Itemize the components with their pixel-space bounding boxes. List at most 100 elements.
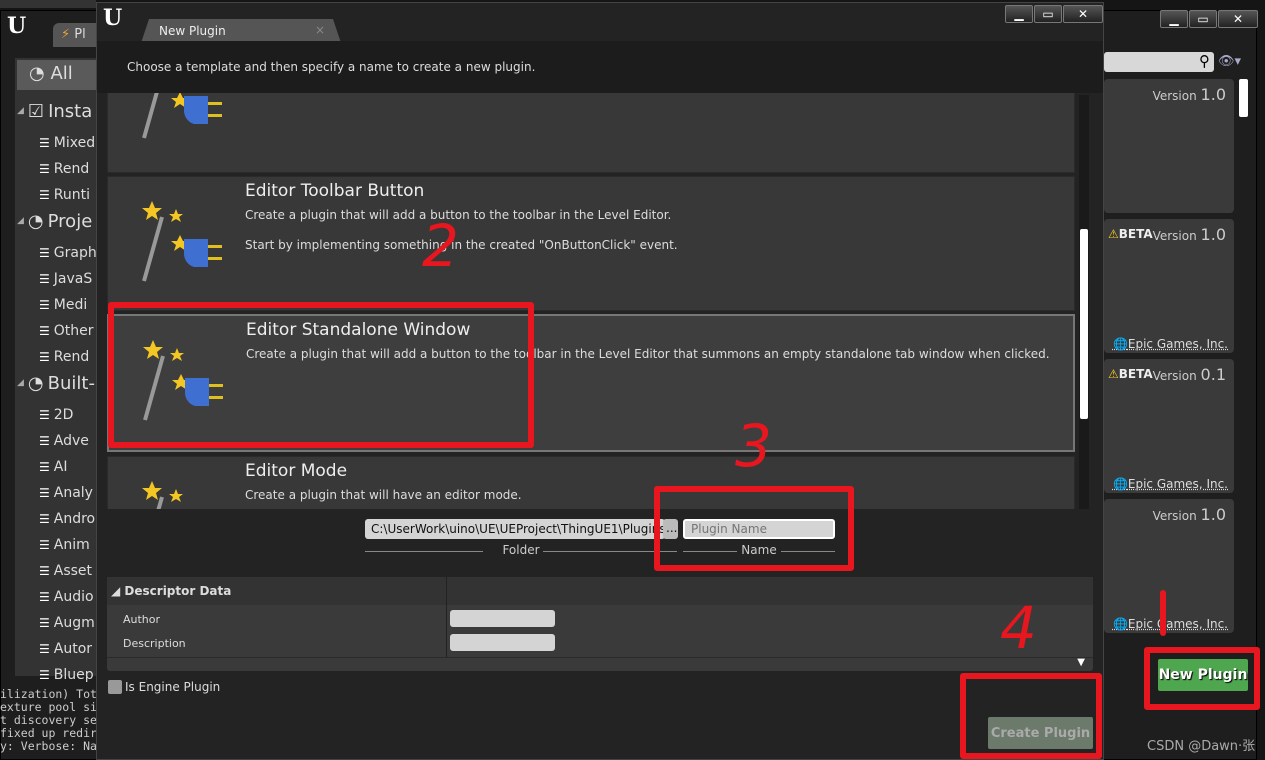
expand-advanced-icon[interactable]: ▼ <box>1077 657 1085 668</box>
template-description: Create a plugin that will have an editor… <box>245 488 522 502</box>
category-sidebar: ◔ All ◢ ☑ Insta ☰ Mixed ☰ Rend ☰ Runti ◢ ◔ Proje ☰ Gr… <box>15 58 107 683</box>
tab-new-plugin[interactable]: New Plugin × <box>141 19 341 43</box>
beta-badge: ⚠BETA <box>1108 227 1153 241</box>
globe-icon: 🌐 <box>1112 477 1128 491</box>
ue-circle-icon: ◔ <box>29 63 45 84</box>
plugin-search-input[interactable]: ⚲ <box>1104 52 1214 72</box>
sidebar-item[interactable]: ☰ Analy <box>39 480 93 506</box>
category-icon: ◔ <box>27 372 44 394</box>
folder-path-field[interactable]: C:\UserWork\uino\UE\UEProject\ThingUE1\P… <box>365 519 665 539</box>
globe-icon: 🌐 <box>1112 617 1128 631</box>
minimize-button[interactable]: ▁ <box>1005 5 1033 23</box>
annotation-box-2 <box>108 302 534 448</box>
output-log: ilization) Tot exture pool si t discovery … <box>0 688 96 753</box>
beta-badge: ⚠BETA <box>1108 367 1153 381</box>
sidebar-item[interactable]: ☰ Graph <box>39 240 97 266</box>
version-label: Version 1.0 <box>1152 85 1226 104</box>
list-icon: ☰ <box>39 538 50 552</box>
plugin-wand-icon <box>142 93 222 139</box>
category-icon: ☑ <box>27 100 45 122</box>
version-label: Version 1.0 <box>1152 225 1226 244</box>
maximize-button[interactable]: ▭ <box>1034 5 1062 23</box>
plug-icon: ⚡ <box>61 27 71 42</box>
sidebar-item[interactable]: ☰ Audio <box>39 584 94 610</box>
list-icon: ☰ <box>39 564 50 578</box>
descriptor-header[interactable]: ◢ Descriptor Data <box>107 577 1093 605</box>
sidebar-category[interactable]: ◢ ☑ Insta <box>17 98 92 124</box>
author-link[interactable]: 🌐Epic Games, Inc. <box>1113 617 1228 631</box>
expand-arrow-icon: ◢ <box>17 378 24 388</box>
close-button[interactable]: ✕ <box>1063 5 1103 23</box>
descriptor-data-panel: ◢ Descriptor Data Author Description ▼ <box>107 577 1093 671</box>
list-icon: ☰ <box>39 512 50 526</box>
maximize-button[interactable]: ▭ <box>1189 10 1217 28</box>
plugin-list-scrollbar[interactable] <box>1239 79 1248 117</box>
list-icon: ☰ <box>39 324 50 338</box>
template-card[interactable]: Choose this if you want to create static… <box>107 93 1075 173</box>
expand-arrow-icon: ◢ <box>17 216 24 226</box>
sidebar-item[interactable]: ☰ JavaS <box>39 266 92 292</box>
template-scrollbar[interactable] <box>1079 95 1089 509</box>
sidebar-item[interactable]: ☰ Rend <box>39 156 89 182</box>
sidebar-item[interactable]: ☰ Andro <box>39 506 95 532</box>
sidebar-item[interactable]: ☰ AI <box>39 454 67 480</box>
list-icon: ☰ <box>39 272 50 286</box>
template-card[interactable]: Editor Toolbar Button Create a plugin tha… <box>107 176 1075 311</box>
list-icon: ☰ <box>39 590 50 604</box>
plugin-card[interactable]: Version 1.0 ⚠BETA 🌐Epic Games, Inc. <box>1104 219 1234 353</box>
sidebar-item[interactable]: ☰ Adve <box>39 428 89 454</box>
sidebar-item[interactable]: ☰ Rend <box>39 344 89 370</box>
list-icon: ☰ <box>39 668 50 682</box>
plugin-card[interactable]: Version 1.0 🌐Epic Games, Inc. <box>1104 499 1234 633</box>
list-icon: ☰ <box>39 616 50 630</box>
plugin-card[interactable]: Version 1.0 <box>1104 79 1234 213</box>
template-card[interactable]: Editor Mode Create a plugin that will hav… <box>107 456 1075 509</box>
category-all[interactable]: ◔ All <box>17 60 107 90</box>
sidebar-item[interactable]: ☰ Other <box>39 318 94 344</box>
sidebar-item[interactable]: ☰ Anim <box>39 532 90 558</box>
expand-arrow-icon: ◢ <box>17 106 24 116</box>
list-icon: ☰ <box>39 246 50 260</box>
author-link[interactable]: 🌐Epic Games, Inc. <box>1113 337 1228 351</box>
sidebar-item[interactable]: ☰ 2D <box>39 402 73 428</box>
warning-icon: ⚠ <box>1108 367 1119 381</box>
annotation-number-3: 3 <box>735 412 772 480</box>
sidebar-item[interactable]: ☰ Mixed <box>39 130 95 156</box>
sidebar-item[interactable]: ☰ Augm <box>39 610 95 636</box>
warning-icon: ⚠ <box>1108 227 1119 241</box>
version-label: Version 0.1 <box>1152 365 1226 384</box>
sidebar-item[interactable]: ☰ Medi <box>39 292 87 318</box>
minimize-button[interactable]: ▁ <box>1160 10 1188 28</box>
search-icon: ⚲ <box>1199 52 1210 70</box>
list-icon: ☰ <box>39 136 50 150</box>
sidebar-item[interactable]: ☰ Asset <box>39 558 92 584</box>
plugin-wand-icon <box>142 201 222 282</box>
close-tab-icon[interactable]: × <box>315 23 325 37</box>
author-input[interactable] <box>450 610 555 627</box>
description-input[interactable] <box>450 634 555 651</box>
sidebar-item[interactable]: ☰ Autor <box>39 636 92 662</box>
sidebar-item[interactable]: ☰ Runti <box>39 182 90 208</box>
sidebar-item[interactable]: ☰ Bluep <box>39 662 94 688</box>
list-icon: ☰ <box>39 408 50 422</box>
collapse-arrow-icon: ◢ <box>111 584 121 598</box>
eye-view-options-icon[interactable]: 👁▾ <box>1218 54 1241 69</box>
annotation-number-1 <box>1160 590 1166 636</box>
plugin-card[interactable]: Version 0.1 ⚠BETA 🌐Epic Games, Inc. <box>1104 359 1234 493</box>
author-link[interactable]: 🌐Epic Games, Inc. <box>1113 477 1228 491</box>
annotation-box-1 <box>1144 647 1260 710</box>
is-engine-plugin-checkbox[interactable] <box>108 680 122 694</box>
unreal-logo: U <box>103 5 123 31</box>
list-icon: ☰ <box>39 460 50 474</box>
instruction-text: Choose a template and then specify a nam… <box>127 60 536 74</box>
folder-label: Folder <box>502 543 540 557</box>
list-icon: ☰ <box>39 162 50 176</box>
list-icon: ☰ <box>39 486 50 500</box>
template-description: Start by implementing something in the c… <box>245 238 678 252</box>
author-label: Author <box>123 613 161 626</box>
close-button[interactable]: ✕ <box>1218 10 1258 28</box>
sidebar-category[interactable]: ◢ ◔ Built- <box>17 370 95 396</box>
list-icon: ☰ <box>39 188 50 202</box>
sidebar-category[interactable]: ◢ ◔ Proje <box>17 208 92 234</box>
scrollbar-thumb[interactable] <box>1080 229 1088 419</box>
